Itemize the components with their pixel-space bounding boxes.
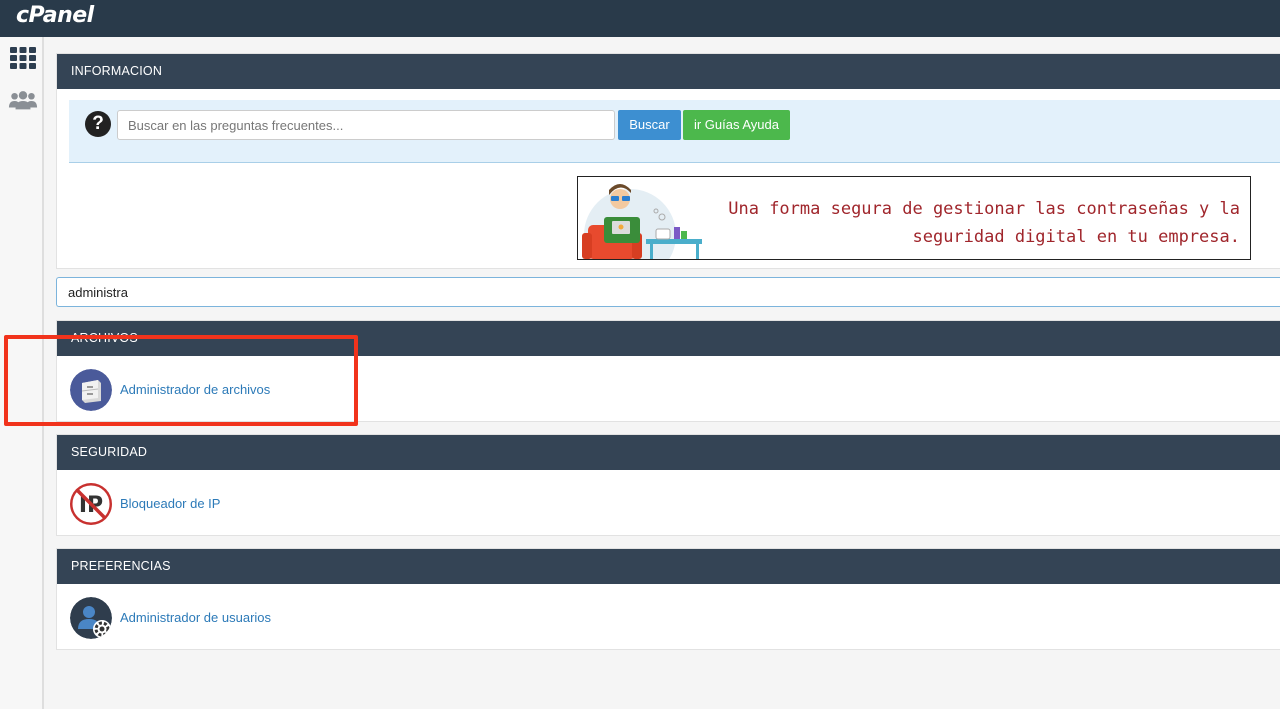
search-button[interactable]: Buscar — [618, 110, 681, 140]
user-manager-link[interactable]: Administrador de usuarios — [120, 610, 271, 625]
help-search-bar: ? Buscar ir Guías Ayuda — [69, 100, 1280, 163]
section-title: ARCHIVOS — [57, 321, 1280, 356]
ip-blocker-link[interactable]: Bloqueador de IP — [120, 496, 220, 511]
feature-filter-input[interactable] — [56, 277, 1280, 307]
banner-text: Una forma segura de gestionar las contra… — [728, 195, 1240, 251]
users-icon[interactable] — [8, 87, 38, 113]
question-icon: ? — [85, 111, 111, 137]
sidebar — [0, 37, 44, 709]
banner-illustration — [582, 184, 702, 259]
help-guides-button[interactable]: ir Guías Ayuda — [683, 110, 790, 140]
grid-icon[interactable] — [8, 45, 38, 71]
section-title: PREFERENCIAS — [57, 549, 1280, 584]
cpanel-logo[interactable]: cPanel — [16, 3, 94, 28]
file-cabinet-icon[interactable] — [70, 369, 112, 411]
file-manager-link[interactable]: Administrador de archivos — [120, 382, 270, 397]
user-manager-icon[interactable] — [70, 597, 112, 639]
info-panel: INFORMACION ? Buscar ir Guías Ayuda — [56, 53, 1280, 269]
banner-line-2: seguridad digital en tu empresa. — [912, 227, 1240, 247]
banner-line-1: Una forma segura de gestionar las contra… — [728, 199, 1240, 219]
promo-banner[interactable]: Una forma segura de gestionar las contra… — [577, 176, 1251, 260]
section-title: SEGURIDAD — [57, 435, 1280, 470]
info-title: INFORMACION — [57, 54, 1280, 89]
section-seguridad: SEGURIDAD IP Bloqueador de IP — [56, 434, 1280, 536]
top-bar: cPanel — [0, 0, 1280, 37]
section-archivos: ARCHIVOS Administrador de archivos — [56, 320, 1280, 422]
faq-search-input[interactable] — [117, 110, 615, 140]
ip-blocked-icon[interactable]: IP — [70, 483, 112, 525]
main-content: INFORMACION ? Buscar ir Guías Ayuda — [56, 53, 1280, 650]
section-preferencias: PREFERENCIAS Administrador de usuarios — [56, 548, 1280, 650]
